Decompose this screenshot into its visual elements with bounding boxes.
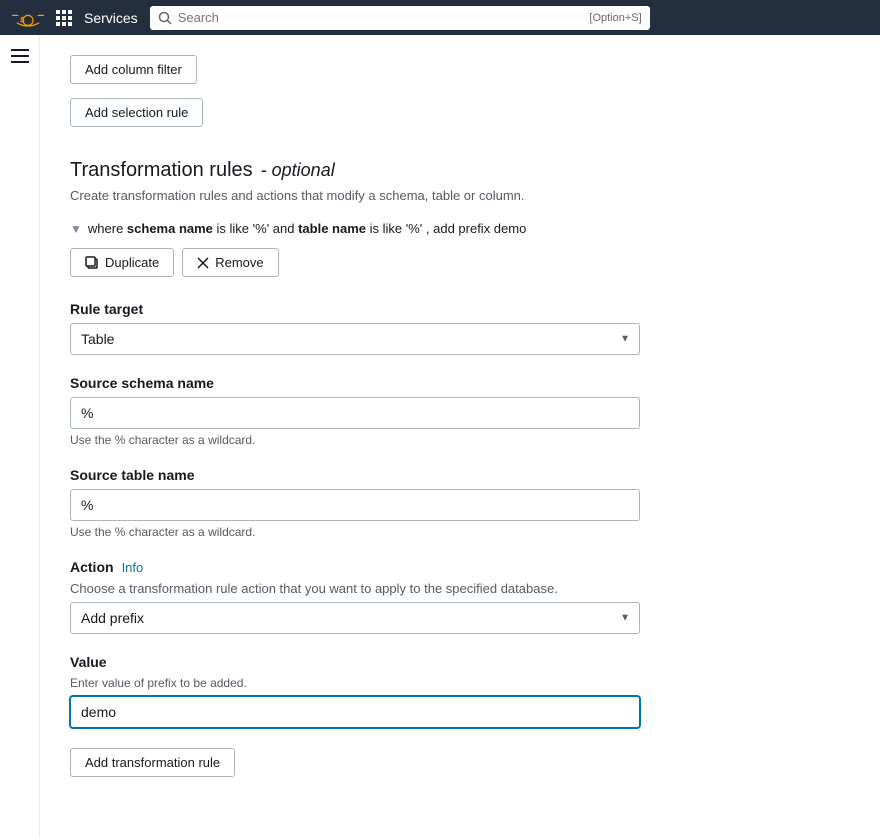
- grid-icon[interactable]: [56, 10, 72, 26]
- action-select[interactable]: Add prefixAdd suffixRemove prefixRemove …: [70, 602, 640, 634]
- action-label-row: Action Info: [70, 559, 850, 575]
- section-title: Transformation rules - optional: [70, 159, 850, 182]
- add-transformation-rule-area: Add transformation rule: [70, 748, 850, 777]
- source-schema-hint: Use the % character as a wildcard.: [70, 433, 850, 447]
- sidebar-menu-icon[interactable]: [11, 47, 29, 68]
- rule-collapse-arrow[interactable]: ▼: [70, 222, 82, 236]
- page-layout: Add column filter Add selection rule Tra…: [0, 35, 880, 837]
- add-selection-rule-area: Add selection rule: [70, 98, 850, 127]
- aws-logo[interactable]: [12, 8, 44, 28]
- search-icon: [158, 11, 172, 25]
- search-input[interactable]: [178, 10, 584, 25]
- action-info-link[interactable]: Info: [122, 560, 144, 575]
- value-input[interactable]: [70, 696, 640, 728]
- action-select-wrapper: Add prefixAdd suffixRemove prefixRemove …: [70, 602, 640, 634]
- value-label: Value: [70, 654, 850, 670]
- schema-name-bold: schema name: [127, 221, 213, 236]
- value-hint: Enter value of prefix to be added.: [70, 676, 850, 690]
- source-table-input[interactable]: [70, 489, 640, 521]
- duplicate-icon: [85, 256, 99, 270]
- main-content: Add column filter Add selection rule Tra…: [40, 35, 880, 837]
- remove-icon: [197, 257, 209, 269]
- action-field: Action Info Choose a transformation rule…: [70, 559, 850, 634]
- section-subtitle: Create transformation rules and actions …: [70, 188, 850, 203]
- source-schema-input[interactable]: [70, 397, 640, 429]
- source-schema-field: Source schema name Use the % character a…: [70, 375, 850, 447]
- rule-target-select[interactable]: SchemaTableColumn: [70, 323, 640, 355]
- rule-target-label: Rule target: [70, 301, 850, 317]
- top-nav: Services [Option+S]: [0, 0, 880, 35]
- add-transformation-rule-button[interactable]: Add transformation rule: [70, 748, 235, 777]
- rule-row: ▼ where schema name is like '%' and tabl…: [70, 221, 850, 236]
- add-column-filter-button[interactable]: Add column filter: [70, 55, 197, 84]
- sidebar: [0, 35, 40, 837]
- rule-target-select-wrapper: SchemaTableColumn: [70, 323, 640, 355]
- duplicate-button[interactable]: Duplicate: [70, 248, 174, 277]
- value-field: Value Enter value of prefix to be added.: [70, 654, 850, 728]
- rule-actions: Duplicate Remove: [70, 248, 850, 277]
- transformation-rules-section: Transformation rules - optional Create t…: [70, 159, 850, 777]
- services-nav-label[interactable]: Services: [84, 10, 138, 26]
- rule-target-field: Rule target SchemaTableColumn: [70, 301, 850, 355]
- rule-description: where schema name is like '%' and table …: [88, 221, 526, 236]
- table-name-bold: table name: [298, 221, 366, 236]
- add-selection-rule-button[interactable]: Add selection rule: [70, 98, 203, 127]
- search-shortcut: [Option+S]: [589, 12, 641, 24]
- add-column-filter-area: Add column filter: [70, 55, 850, 84]
- remove-button[interactable]: Remove: [182, 248, 278, 277]
- source-table-field: Source table name Use the % character as…: [70, 467, 850, 539]
- action-label: Action: [70, 559, 114, 575]
- action-description: Choose a transformation rule action that…: [70, 581, 850, 596]
- optional-label: - optional: [261, 160, 335, 181]
- search-bar[interactable]: [Option+S]: [150, 6, 650, 30]
- source-table-hint: Use the % character as a wildcard.: [70, 525, 850, 539]
- source-table-label: Source table name: [70, 467, 850, 483]
- source-schema-label: Source schema name: [70, 375, 850, 391]
